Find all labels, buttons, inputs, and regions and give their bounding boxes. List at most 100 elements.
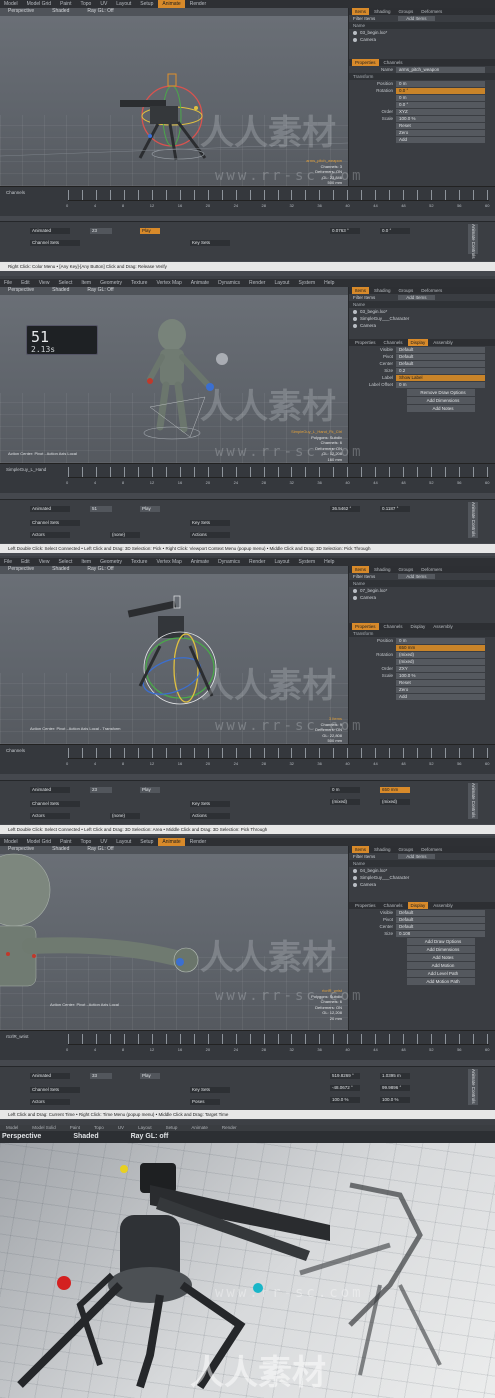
timeline[interactable]: SimpleGuy_L_Hand 0 4 8 12 16 20 24 28 32 36 40 44 48… — [0, 463, 495, 493]
add-button[interactable]: Add — [396, 136, 485, 143]
menu-vertex-map[interactable]: Vertex Map — [152, 279, 185, 287]
menu-vertex-map[interactable]: Vertex Map — [152, 558, 185, 566]
field-value[interactable]: 0.0 ° — [396, 87, 485, 94]
menu-dynamics[interactable]: Dynamics — [214, 279, 244, 287]
menu-view[interactable]: View — [35, 279, 54, 287]
channel-value-5[interactable]: 100.0 % — [330, 1097, 360, 1103]
menu-animate[interactable]: Animate — [187, 558, 213, 566]
add-level-path-button[interactable]: Add Level Path — [407, 970, 475, 977]
tab-animate[interactable]: Animate — [158, 838, 185, 846]
channel-sets[interactable]: Channel Sets — [30, 801, 80, 807]
tab-channels[interactable]: Channels — [381, 902, 406, 909]
menu-select[interactable]: Select — [54, 279, 76, 287]
menu-texture[interactable]: Texture — [127, 279, 151, 287]
field-value[interactable]: 650 mm — [396, 644, 485, 651]
add-items-button[interactable]: Add Items — [398, 295, 435, 300]
item-row[interactable]: Camera — [349, 322, 495, 329]
add-notes-button[interactable]: Add Notes — [407, 954, 475, 961]
field-value[interactable]: 0.108 — [396, 930, 485, 937]
tab-model-grid[interactable]: Model Grid — [23, 0, 55, 8]
key-sets[interactable]: Key Sets — [190, 520, 230, 526]
tab-items[interactable]: Items — [352, 566, 370, 573]
mode-dropdown[interactable]: Animated — [30, 228, 70, 234]
tab-properties[interactable]: Properties — [352, 339, 379, 346]
animate-controls-tab[interactable]: Animate Controls — [468, 783, 478, 819]
frame-field[interactable]: 23 — [90, 228, 112, 234]
name-input[interactable]: arms_pitch_weapon — [396, 66, 485, 73]
actors-value[interactable]: (none) — [110, 532, 140, 538]
eye-icon[interactable] — [353, 323, 357, 328]
frame-field[interactable]: 33 — [90, 1073, 112, 1079]
frame-field[interactable]: 51 — [90, 506, 112, 512]
tab-paint[interactable]: Paint — [56, 0, 75, 8]
add-notes-button[interactable]: Add Notes — [407, 405, 475, 412]
add-items-button[interactable]: Add Items — [398, 854, 435, 859]
key-sets[interactable]: Key Sets — [190, 801, 230, 807]
tab-shading[interactable]: Shading — [371, 846, 394, 853]
field-value[interactable]: Default — [396, 346, 485, 353]
tab-uv[interactable]: UV — [96, 838, 111, 846]
play-button[interactable]: Play — [140, 228, 160, 234]
add-items-button[interactable]: Add Items — [398, 16, 435, 21]
field-value[interactable]: 0 m — [396, 94, 485, 101]
channel-value-1[interactable]: 0.0763 ° — [330, 228, 360, 234]
timeline[interactable]: Channels 0 4 8 12 16 20 24 28 32 36 40 44 48 52 56 60 — [0, 744, 495, 774]
actors[interactable]: Actors — [30, 532, 70, 538]
tab-setup[interactable]: Setup — [136, 838, 157, 846]
mode-dropdown[interactable]: Animated — [30, 1073, 70, 1079]
tab-display[interactable]: Display — [407, 902, 429, 909]
menu-file[interactable]: File — [0, 279, 16, 287]
menu-item[interactable]: Item — [77, 558, 95, 566]
menu-geometry[interactable]: Geometry — [96, 558, 126, 566]
item-row[interactable]: Camera — [349, 36, 495, 43]
animate-controls-tab[interactable]: Animate Controls — [468, 1069, 478, 1105]
menu-select[interactable]: Select — [54, 558, 76, 566]
menu-system[interactable]: System — [294, 558, 319, 566]
field-value[interactable]: 100.0 % — [396, 115, 485, 122]
channel-value-2[interactable]: 1.0395 m — [380, 1073, 410, 1079]
field-value[interactable]: Default — [396, 353, 485, 360]
actions[interactable]: Actions — [190, 532, 230, 538]
tab-groups[interactable]: Groups — [396, 287, 417, 294]
animate-controls-tab[interactable]: Animate Controls — [468, 224, 478, 259]
menu-render[interactable]: Render — [245, 279, 269, 287]
field-value[interactable]: Default — [396, 916, 485, 923]
add-motion-button[interactable]: Add Motion — [407, 962, 475, 969]
channel-value-2[interactable]: 0.1187 ° — [380, 506, 410, 512]
tab-deformers[interactable]: Deformers — [418, 566, 445, 573]
add-motion-path-button[interactable]: Add Motion Path — [407, 978, 475, 985]
mode-dropdown[interactable]: Animated — [30, 787, 70, 793]
tab-display[interactable]: Display — [407, 339, 429, 346]
tab-render[interactable]: Render — [186, 0, 210, 8]
actors[interactable]: Actors — [30, 1099, 70, 1105]
tab-items[interactable]: Items — [352, 8, 370, 15]
reset-button[interactable]: Reset — [396, 679, 485, 686]
key-sets[interactable]: Key Sets — [190, 1087, 230, 1093]
field-value[interactable]: 0 m — [396, 637, 485, 644]
tab-assembly[interactable]: Assembly — [430, 339, 456, 346]
zero-button[interactable]: Zero — [396, 686, 485, 693]
tab-assembly[interactable]: Assembly — [430, 902, 456, 909]
timeline-ruler[interactable] — [68, 464, 489, 478]
menu-animate[interactable]: Animate — [187, 279, 213, 287]
field-value[interactable]: (mixed) — [396, 651, 485, 658]
zero-button[interactable]: Zero — [396, 129, 485, 136]
eye-icon[interactable] — [353, 30, 357, 35]
item-row[interactable]: SimpleGuy___Character — [349, 315, 495, 322]
field-value[interactable]: ZXY — [396, 665, 485, 672]
channel-value-1[interactable]: 36.5462 ° — [330, 506, 360, 512]
tab-deformers[interactable]: Deformers — [418, 8, 445, 15]
channel-value-4[interactable]: 99.9896 ° — [380, 1085, 410, 1091]
eye-icon[interactable] — [353, 595, 357, 600]
add-dimensions-button[interactable]: Add Dimensions — [407, 397, 475, 404]
tab-groups[interactable]: Groups — [396, 8, 417, 15]
frame-field[interactable]: 23 — [90, 787, 112, 793]
menu-file[interactable]: File — [0, 558, 16, 566]
field-value[interactable]: Default — [396, 360, 485, 367]
menu-layout[interactable]: Layout — [270, 558, 293, 566]
tab-channels[interactable]: Channels — [381, 623, 406, 630]
channel-value-3[interactable]: -48.0672 ° — [330, 1085, 360, 1091]
menu-system[interactable]: System — [294, 279, 319, 287]
tab-layout[interactable]: Layout — [112, 838, 135, 846]
channel-value-3[interactable]: (mixed) — [330, 799, 360, 805]
